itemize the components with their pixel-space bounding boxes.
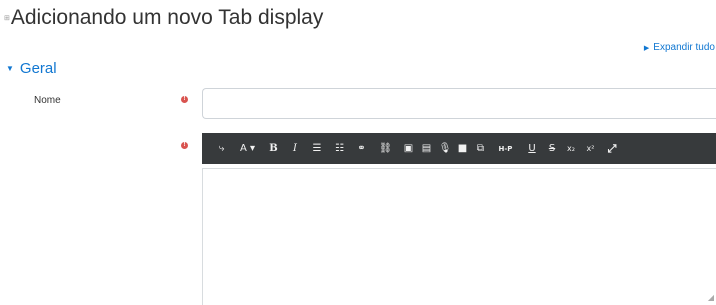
page-title-text: Adicionando um novo Tab display [10,6,324,29]
h5p-icon[interactable]: H-P [490,133,521,164]
page-title: ⊞ Adicionando um novo Tab display [4,6,323,30]
ordered-list-icon[interactable]: ☷ [327,133,352,164]
fullscreen-icon[interactable]: ⤢ [600,133,624,164]
editor-toolbar: ⤷ A ▾ B I ☰ ☷ ⚭ ⛓ ▣ ▤ 🎙 ■ ⧉ H-P U S x₂ x… [202,133,716,164]
editor-content-area[interactable]: ◢ [202,168,716,305]
bold-icon[interactable]: B [264,133,283,164]
underline-icon[interactable]: U [521,133,543,164]
record-video-icon[interactable]: ■ [454,133,471,164]
collapse-icon[interactable]: ⤷ [212,133,231,164]
required-icon: ! [181,142,188,149]
expand-all-label: Expandir tudo [653,42,715,53]
image-icon[interactable]: ▣ [400,133,417,164]
required-icon: ! [181,96,188,103]
name-input[interactable] [202,88,716,119]
expand-all-link[interactable]: ▶ Expandir tudo [644,42,715,53]
record-audio-icon[interactable]: 🎙 [436,133,454,164]
caret-right-icon: ▶ [643,44,650,52]
superscript-icon[interactable]: x² [581,133,600,164]
unlink-icon[interactable]: ⛓ [371,133,400,164]
resize-handle-icon[interactable]: ◢ [708,293,714,302]
unordered-list-icon[interactable]: ☰ [307,133,327,164]
font-size-icon[interactable]: A ▾ [231,133,264,164]
media-icon[interactable]: ▤ [417,133,436,164]
link-icon[interactable]: ⚭ [352,133,371,164]
section-title: Geral [19,60,57,77]
caret-down-icon: ▼ [6,64,14,73]
italic-icon[interactable]: I [283,133,307,164]
strikethrough-icon[interactable]: S [543,133,561,164]
name-field-label: Nome [34,95,61,106]
title-mark-icon: ⊞ [4,15,10,22]
manage-files-icon[interactable]: ⧉ [471,133,490,164]
subscript-icon[interactable]: x₂ [561,133,581,164]
section-header-geral[interactable]: ▼ Geral [6,60,57,77]
